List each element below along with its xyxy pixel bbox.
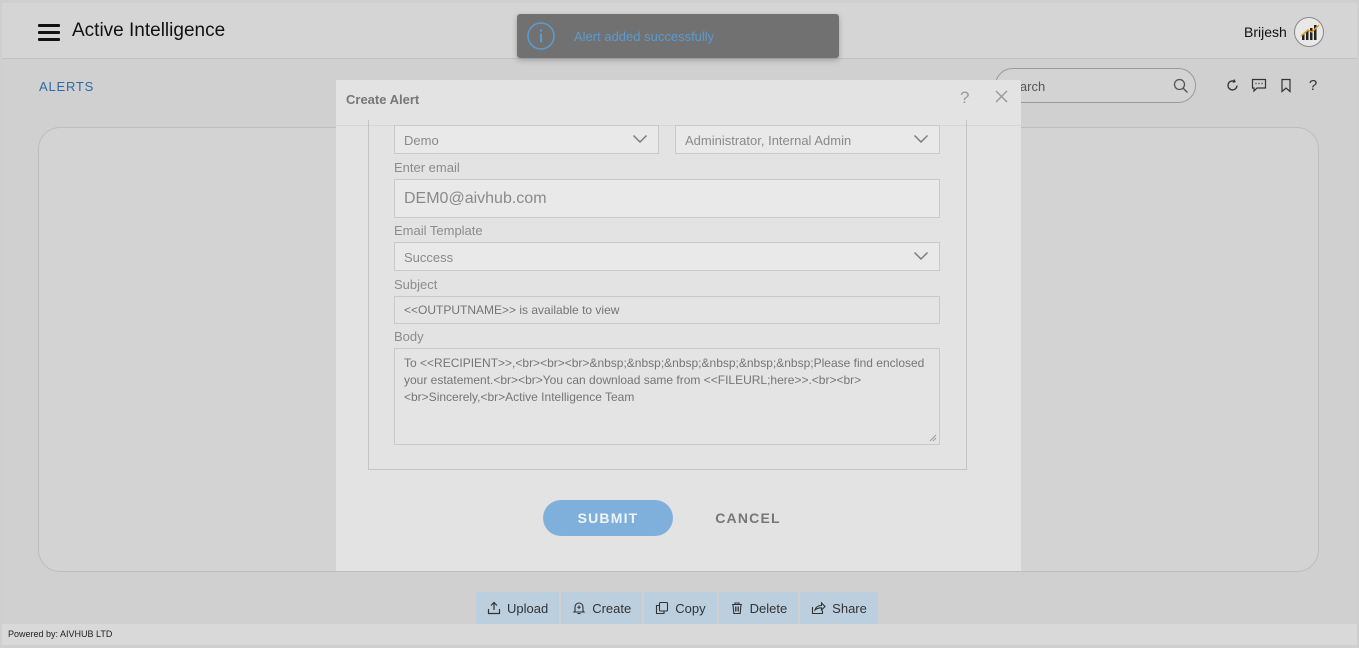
recipient-select[interactable]: Administrator, Internal Admin: [675, 125, 940, 154]
chevron-down-icon: [914, 252, 928, 260]
body-label: Body: [394, 329, 424, 344]
subject-field[interactable]: [395, 297, 939, 323]
bell-plus-icon: [572, 602, 586, 615]
upload-icon: [487, 601, 501, 615]
create-alert-modal: Create Alert ? Demo Administrator, Inter…: [336, 80, 1021, 571]
bottom-toolbar: Upload Create Copy Delete Share: [476, 592, 878, 624]
chevron-down-icon: [914, 135, 928, 143]
email-field[interactable]: [395, 180, 939, 217]
success-toast: Alert added successfully: [517, 14, 839, 58]
info-icon: [527, 22, 555, 50]
copy-button[interactable]: Copy: [644, 592, 717, 624]
bookmark-icon[interactable]: [1278, 76, 1294, 94]
search-input[interactable]: [1004, 76, 1164, 96]
app-title: Active Intelligence: [72, 20, 226, 41]
email-template-select[interactable]: Success: [394, 242, 940, 271]
help-icon[interactable]: ?: [960, 88, 969, 108]
close-icon[interactable]: [994, 89, 1009, 104]
create-button[interactable]: Create: [561, 592, 643, 624]
share-button[interactable]: Share: [800, 592, 878, 624]
modal-title: Create Alert: [346, 92, 420, 107]
upload-label: Upload: [507, 600, 549, 616]
delete-label: Delete: [749, 600, 788, 616]
copy-label: Copy: [675, 600, 706, 616]
hamburger-icon[interactable]: [38, 24, 60, 42]
subject-label: Subject: [394, 277, 438, 292]
recipient-select-value: Administrator, Internal Admin: [685, 133, 852, 148]
toast-message: Alert added successfully: [574, 29, 715, 44]
user-name[interactable]: Brijesh: [1244, 24, 1287, 40]
user-group-select-value: Demo: [404, 133, 439, 148]
search-icon[interactable]: [1173, 78, 1189, 94]
trash-icon: [731, 602, 742, 615]
help-icon[interactable]: ?: [1305, 76, 1321, 94]
share-label: Share: [832, 600, 867, 616]
copy-icon: [656, 601, 669, 615]
page-title: ALERTS: [39, 79, 95, 94]
header-tools: ?: [1224, 76, 1321, 94]
delete-button[interactable]: Delete: [718, 592, 799, 624]
search-box: [995, 68, 1196, 103]
bar-chart-logo-icon: [1300, 24, 1320, 40]
powered-by-text: Powered by: AIVHUB LTD: [8, 629, 113, 639]
chevron-down-icon: [633, 135, 647, 143]
user-group-select[interactable]: Demo: [394, 125, 659, 154]
body-field-wrapper: [394, 348, 940, 445]
email-template-label: Email Template: [394, 223, 483, 238]
body-field[interactable]: [395, 349, 939, 444]
cancel-button[interactable]: CANCEL: [708, 500, 788, 536]
resize-handle-icon[interactable]: [928, 433, 937, 442]
email-field-wrapper: [394, 179, 940, 218]
submit-button[interactable]: SUBMIT: [543, 500, 673, 536]
comment-icon[interactable]: [1251, 76, 1267, 94]
avatar[interactable]: [1294, 17, 1324, 47]
upload-button[interactable]: Upload: [476, 592, 560, 624]
footer: [2, 624, 1357, 645]
subject-field-wrapper: [394, 296, 940, 324]
refresh-icon[interactable]: [1224, 76, 1240, 94]
share-icon: [812, 601, 826, 615]
email-label: Enter email: [394, 160, 460, 175]
create-label: Create: [592, 600, 632, 616]
email-template-value: Success: [404, 250, 454, 265]
